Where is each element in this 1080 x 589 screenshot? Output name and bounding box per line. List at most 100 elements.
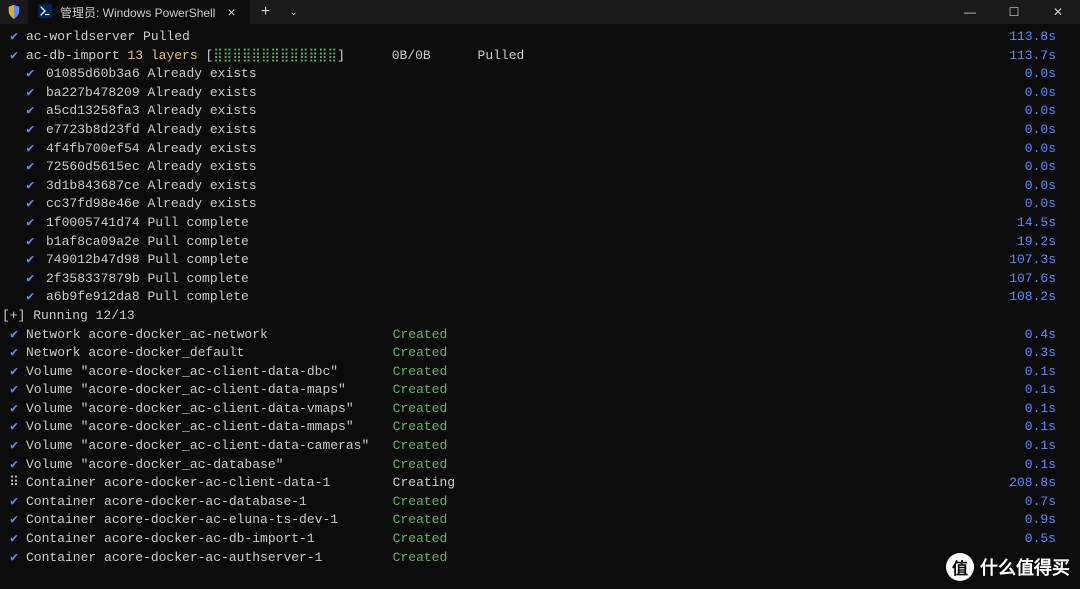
layer-id: 3d1b843687ce	[46, 177, 140, 196]
layer-id: 72560d5615ec	[46, 158, 140, 177]
resource-label: Container acore-docker-ac-client-data-1	[26, 474, 393, 493]
check-icon: ✔	[2, 84, 46, 103]
import-row: ✔ ac-db-import 13 layers [ ⣿⣿⣿⣿⣿⣿⣿⣿⣿⣿⣿⣿⣿…	[2, 47, 1078, 66]
check-icon: ✔	[2, 177, 46, 196]
check-icon: ✔	[2, 102, 46, 121]
layer-id: 749012b47d98	[46, 251, 140, 270]
layer-time: 0.0s	[1025, 195, 1078, 214]
resource-time: 0.9s	[1025, 511, 1078, 530]
layer-time: 0.0s	[1025, 140, 1078, 159]
resource-row: ✔Volume "acore-docker_ac-client-data-dbc…	[2, 363, 1078, 382]
watermark: 值 什么值得买	[946, 553, 1070, 581]
resource-label: Container acore-docker-ac-authserver-1	[26, 549, 393, 568]
layer-id: 2f358337879b	[46, 270, 140, 289]
layer-row: ✔ ba227b478209 Already exists0.0s	[2, 84, 1078, 103]
resource-status: Created	[393, 418, 448, 437]
check-icon: ✔	[2, 28, 26, 47]
resource-label: Volume "acore-docker_ac-client-data-came…	[26, 437, 393, 456]
layer-time: 19.2s	[1017, 233, 1078, 252]
watermark-text: 什么值得买	[980, 554, 1070, 580]
resource-time: 208.8s	[1009, 474, 1078, 493]
resource-label: Network acore-docker_ac-network	[26, 326, 393, 345]
layer-time: 0.0s	[1025, 121, 1078, 140]
layer-time: 0.0s	[1025, 102, 1078, 121]
check-icon: ✔	[2, 400, 26, 419]
check-icon: ✔	[2, 493, 26, 512]
tab-dropdown-button[interactable]: ⌄	[282, 7, 306, 18]
tab-title: 管理员: Windows PowerShell	[60, 4, 215, 21]
layer-id: ba227b478209	[46, 84, 140, 103]
layer-id: a5cd13258fa3	[46, 102, 140, 121]
layer-row: ✔ 4f4fb700ef54 Already exists0.0s	[2, 140, 1078, 159]
resource-status: Created	[393, 530, 448, 549]
resource-row: ✔Volume "acore-docker_ac-client-data-map…	[2, 381, 1078, 400]
check-icon: ✔	[2, 288, 46, 307]
layer-id: b1af8ca09a2e	[46, 233, 140, 252]
resource-status: Creating	[393, 474, 455, 493]
resource-label: Volume "acore-docker_ac-client-data-dbc"	[26, 363, 393, 382]
layer-id: cc37fd98e46e	[46, 195, 140, 214]
active-tab[interactable]: 管理员: Windows PowerShell ×	[28, 0, 250, 24]
pull-status: Pulled	[143, 28, 190, 47]
resource-row: ⠿Container acore-docker-ac-client-data-1…	[2, 474, 1078, 493]
layer-time: 0.0s	[1025, 84, 1078, 103]
titlebar: 管理员: Windows PowerShell × + ⌄ — ☐ ✕	[0, 0, 1080, 24]
check-icon: ✔	[2, 437, 26, 456]
tab-close-button[interactable]: ×	[223, 4, 239, 20]
resource-row: ✔Container acore-docker-ac-database-1 Cr…	[2, 493, 1078, 512]
resource-time: 0.1s	[1025, 381, 1078, 400]
powershell-icon	[38, 4, 52, 21]
resource-row: ✔Volume "acore-docker_ac-database" Creat…	[2, 456, 1078, 475]
layer-id: e7723b8d23fd	[46, 121, 140, 140]
check-icon: ✔	[2, 251, 46, 270]
resource-status: Created	[393, 326, 448, 345]
shield-icon	[0, 5, 28, 19]
pull-row: ✔ ac-worldserver Pulled 113.8s	[2, 28, 1078, 47]
layer-row: ✔ 72560d5615ec Already exists0.0s	[2, 158, 1078, 177]
resource-status: Created	[393, 344, 448, 363]
terminal-output: ✔ ac-worldserver Pulled 113.8s ✔ ac-db-i…	[0, 24, 1080, 571]
check-icon: ✔	[2, 195, 46, 214]
check-icon: ✔	[2, 214, 46, 233]
layer-status: Pull complete	[147, 251, 248, 270]
window-close-button[interactable]: ✕	[1036, 0, 1080, 24]
resource-time: 0.7s	[1025, 493, 1078, 512]
resource-row: ✔Container acore-docker-ac-db-import-1 C…	[2, 530, 1078, 549]
minimize-button[interactable]: —	[948, 0, 992, 24]
check-icon: ✔	[2, 233, 46, 252]
resource-time: 0.1s	[1025, 437, 1078, 456]
layer-status: Pull complete	[147, 233, 248, 252]
layer-time: 14.5s	[1017, 214, 1078, 233]
resource-row: ✔Volume "acore-docker_ac-client-data-vma…	[2, 400, 1078, 419]
layer-row: ✔ a6b9fe912da8 Pull complete108.2s	[2, 288, 1078, 307]
pull-name: ac-worldserver	[26, 28, 135, 47]
check-icon: ✔	[2, 418, 26, 437]
resource-status: Created	[393, 549, 448, 568]
layer-id: 01085d60b3a6	[46, 65, 140, 84]
resource-label: Container acore-docker-ac-db-import-1	[26, 530, 393, 549]
check-icon: ✔	[2, 530, 26, 549]
resource-status: Created	[393, 437, 448, 456]
layer-status: Pull complete	[147, 214, 248, 233]
layer-id: 4f4fb700ef54	[46, 140, 140, 159]
check-icon: ✔	[2, 47, 26, 66]
layer-status: Already exists	[147, 177, 256, 196]
spinner-icon: ⠿	[2, 474, 26, 493]
resource-time: 0.4s	[1025, 326, 1078, 345]
layer-status: Already exists	[147, 195, 256, 214]
resource-status: Created	[393, 363, 448, 382]
layer-id: 1f0005741d74	[46, 214, 140, 233]
resource-label: Container acore-docker-ac-eluna-ts-dev-1	[26, 511, 393, 530]
layer-row: ✔ cc37fd98e46e Already exists 0.0s	[2, 195, 1078, 214]
resource-status: Created	[393, 511, 448, 530]
layer-status: Already exists	[147, 65, 256, 84]
layer-status: Pull complete	[147, 288, 248, 307]
layer-row: ✔ 749012b47d98 Pull complete107.3s	[2, 251, 1078, 270]
layer-status: Already exists	[147, 102, 256, 121]
resource-status: Created	[393, 456, 448, 475]
new-tab-button[interactable]: +	[250, 3, 282, 21]
resource-row: ✔Volume "acore-docker_ac-client-data-cam…	[2, 437, 1078, 456]
layer-status: Already exists	[147, 140, 256, 159]
layer-status: Pull complete	[147, 270, 248, 289]
maximize-button[interactable]: ☐	[992, 0, 1036, 24]
